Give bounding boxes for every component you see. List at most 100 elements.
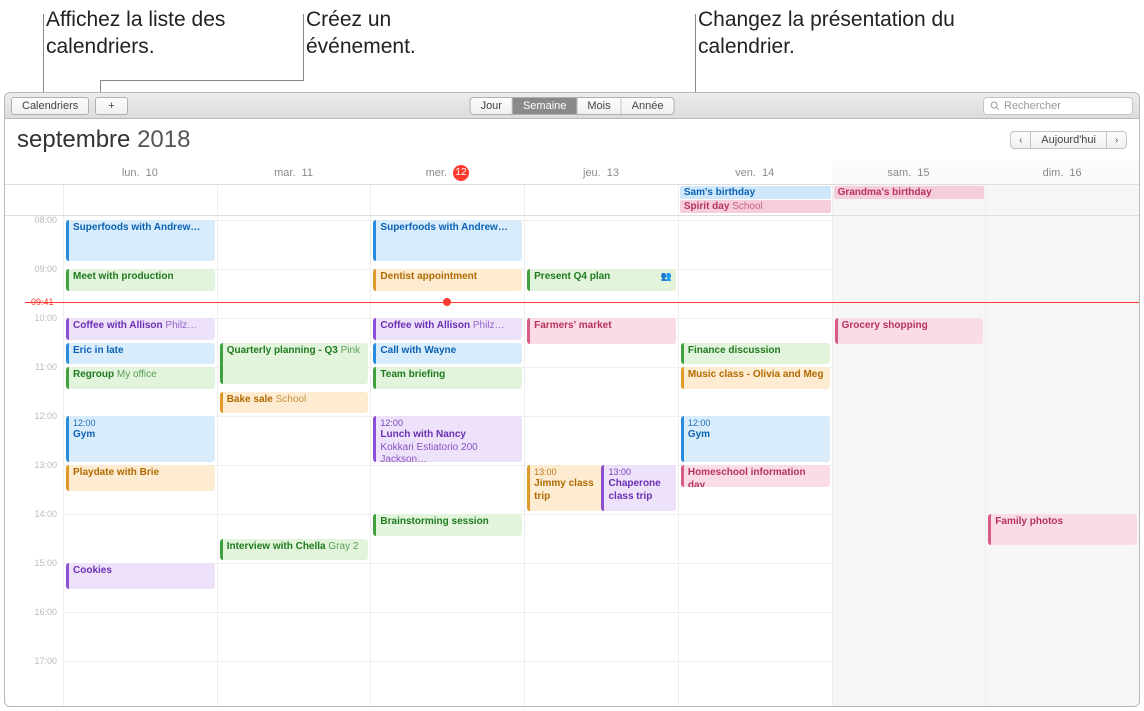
callout-list: Affichez la liste des calendriers. [46, 6, 246, 61]
day-header[interactable]: jeu.13 [524, 161, 678, 184]
day-abbrev: mer. [426, 167, 447, 179]
allday-cell[interactable] [985, 185, 1139, 215]
event[interactable]: Superfoods with Andrew… [66, 220, 215, 261]
allday-cell[interactable] [370, 185, 524, 215]
allday-row: Sam's birthdaySpirit day SchoolGrandma's… [5, 185, 1139, 216]
event[interactable]: Brainstorming session [373, 514, 522, 536]
search-icon [990, 101, 1000, 111]
day-header[interactable]: mer. 12 [370, 161, 524, 184]
event[interactable]: Coffee with Allison Philz… [66, 318, 215, 340]
chevron-left-icon: ‹ [1019, 135, 1022, 146]
day-column[interactable]: Quarterly planning - Q3 Pink Bake sale Sc… [217, 216, 371, 706]
event[interactable]: Eric in late [66, 343, 215, 365]
search-input[interactable]: Rechercher [983, 97, 1133, 115]
allday-cell[interactable]: Grandma's birthday [832, 185, 986, 215]
day-abbrev: sam. [887, 167, 911, 179]
event[interactable]: Superfoods with Andrew… [373, 220, 522, 261]
now-dot [443, 298, 451, 306]
next-week-button[interactable]: › [1107, 131, 1127, 149]
allday-event[interactable]: Grandma's birthday [834, 186, 985, 199]
day-column[interactable]: Superfoods with Andrew… Dentist appointme… [370, 216, 524, 706]
view-year[interactable]: Année [622, 98, 674, 114]
now-line [25, 302, 1139, 303]
event[interactable]: 12:00Lunch with NancyKokkari Estiatorio … [373, 416, 522, 462]
event[interactable]: Farmers' market [527, 318, 676, 344]
day-number: 11 [302, 167, 313, 179]
event[interactable]: 12:00Gym [681, 416, 830, 462]
prev-week-button[interactable]: ‹ [1010, 131, 1030, 149]
event[interactable]: Music class - Olivia and Meg [681, 367, 830, 389]
day-header[interactable]: ven.14 [678, 161, 832, 184]
event[interactable]: Call with Wayne [373, 343, 522, 365]
event[interactable]: 12:00Gym [66, 416, 215, 462]
event[interactable]: Interview with Chella Gray 2 [220, 539, 369, 561]
event[interactable]: Playdate with Brie [66, 465, 215, 491]
day-number: 15 [917, 167, 929, 179]
day-abbrev: dim. [1043, 167, 1064, 179]
today-badge: 12 [453, 165, 469, 181]
hour-label: 08:00 [34, 216, 57, 225]
callout-create: Créez un événement. [306, 6, 506, 61]
day-header[interactable]: dim.16 [985, 161, 1139, 184]
time-grid[interactable]: 08:0009:0010:0011:0012:0013:0014:0015:00… [5, 216, 1139, 706]
hour-label: 15:00 [34, 558, 57, 568]
event[interactable]: Grocery shopping [835, 318, 984, 344]
event[interactable]: Dentist appointment [373, 269, 522, 291]
month-year: 2018 [137, 126, 190, 153]
view-week[interactable]: Semaine [513, 98, 577, 114]
callout-view: Changez la présentation du calendrier. [698, 6, 958, 61]
event[interactable]: Present Q4 plan👥 [527, 269, 676, 291]
event[interactable]: Meet with production [66, 269, 215, 291]
day-column[interactable]: Family photos [985, 216, 1139, 706]
day-column[interactable]: Grocery shopping [832, 216, 986, 706]
calendar-window: Calendriers + Jour Semaine Mois Année Re… [4, 92, 1140, 707]
allday-cell[interactable] [63, 185, 217, 215]
event[interactable]: Family photos [988, 514, 1137, 545]
hour-label: 11:00 [35, 362, 57, 372]
hour-label: 10:00 [34, 313, 57, 323]
hour-label: 09:00 [34, 264, 57, 274]
view-month[interactable]: Mois [577, 98, 621, 114]
day-header[interactable]: lun. 10 [63, 161, 217, 184]
event[interactable]: Finance discussion [681, 343, 830, 365]
day-column[interactable]: Finance discussionMusic class - Olivia a… [678, 216, 832, 706]
plus-icon: + [108, 100, 114, 112]
allday-event[interactable]: Sam's birthday [680, 186, 831, 199]
event[interactable]: Cookies [66, 563, 215, 589]
add-event-button[interactable]: + [95, 97, 127, 115]
hour-gutter: 08:0009:0010:0011:0012:0013:0014:0015:00… [5, 216, 63, 706]
today-button[interactable]: Aujourd'hui [1030, 131, 1107, 149]
hour-label: 12:00 [34, 411, 57, 421]
day-header[interactable]: sam. 15 [832, 161, 986, 184]
annotation-callouts: Affichez la liste des calendriers. Créez… [0, 0, 1144, 92]
day-number: 13 [607, 167, 619, 179]
event[interactable]: Bake sale School [220, 392, 369, 414]
nav-group: ‹ Aujourd'hui › [1010, 131, 1127, 149]
allday-event[interactable]: Spirit day School [680, 200, 831, 213]
view-day[interactable]: Jour [471, 98, 513, 114]
event[interactable]: Regroup My office [66, 367, 215, 389]
event[interactable]: Homeschool information day [681, 465, 830, 487]
month-title: septembre 2018 [17, 126, 190, 154]
calendars-button[interactable]: Calendriers [11, 97, 89, 115]
toolbar: Calendriers + Jour Semaine Mois Année Re… [5, 93, 1139, 119]
allday-cell[interactable] [524, 185, 678, 215]
allday-cell[interactable]: Sam's birthdaySpirit day School [678, 185, 832, 215]
day-header[interactable]: mar.11 [217, 161, 371, 184]
allday-cell[interactable] [217, 185, 371, 215]
day-header-row: lun. 10 mar.11 mer. 12 jeu.13ven.14 sam. 15 dim.… [5, 161, 1139, 185]
day-columns: Superfoods with Andrew… Meet with product… [63, 216, 1139, 706]
day-number: 10 [146, 167, 158, 179]
day-column[interactable]: Superfoods with Andrew… Meet with product… [63, 216, 217, 706]
event[interactable]: Team briefing [373, 367, 522, 389]
event[interactable]: 13:00Jimmy class trip [527, 465, 601, 511]
day-number: 14 [762, 167, 774, 179]
hour-label: 17:00 [34, 656, 57, 666]
search-placeholder: Rechercher [1004, 100, 1061, 112]
event[interactable]: Quarterly planning - Q3 Pink [220, 343, 369, 384]
view-switcher: Jour Semaine Mois Année [470, 97, 675, 115]
event[interactable]: Coffee with Allison Philz… [373, 318, 522, 340]
day-abbrev: lun. [122, 167, 140, 179]
day-column[interactable]: Present Q4 plan👥 Farmers' market 13:00Jimm… [524, 216, 678, 706]
event[interactable]: 13:00Chaperone class trip [601, 465, 675, 511]
